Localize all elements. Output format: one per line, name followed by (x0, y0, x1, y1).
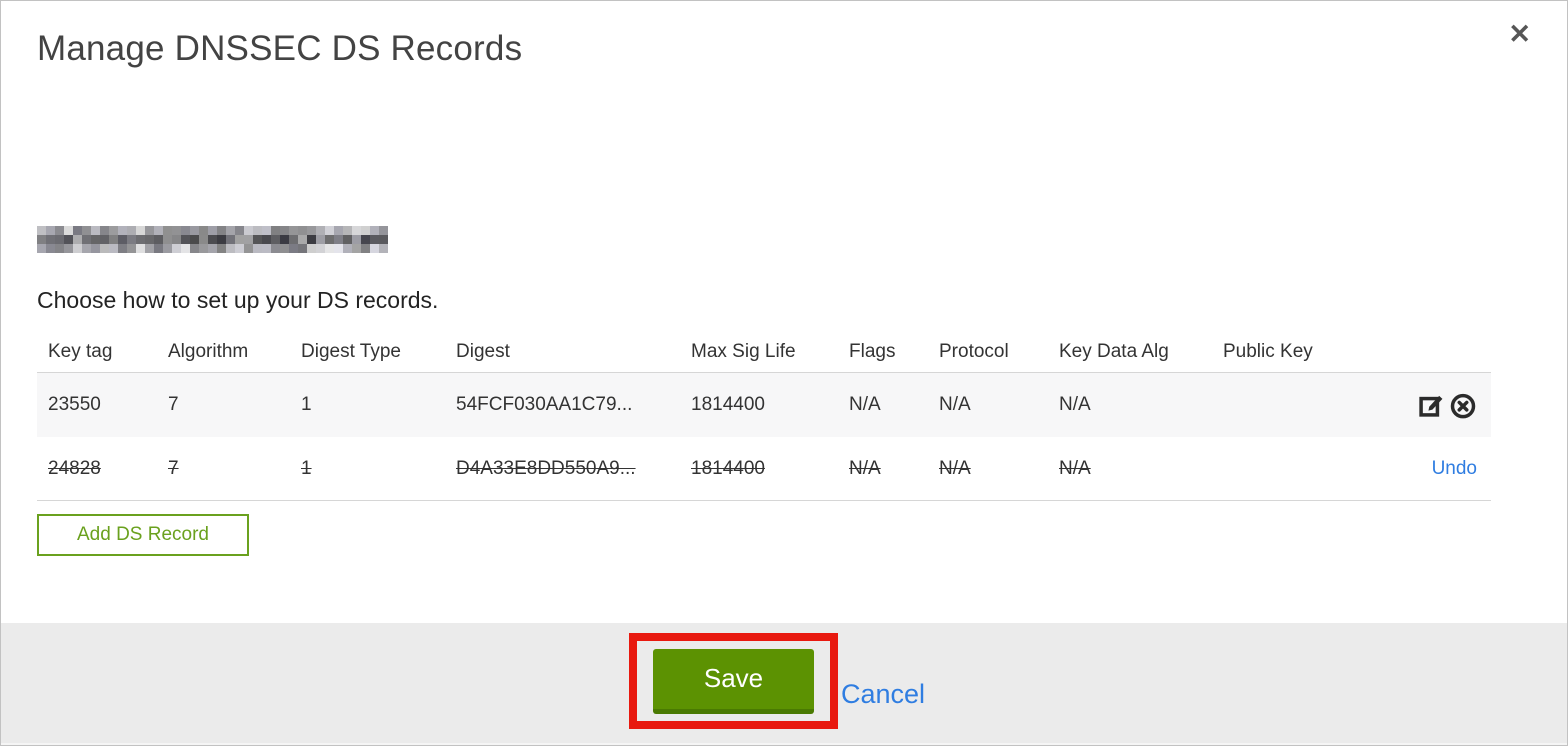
redacted-domain (37, 226, 388, 253)
circle-x-delete-icon[interactable] (1449, 391, 1477, 419)
undo-link[interactable]: Undo (1432, 458, 1477, 480)
col-header-algorithm: Algorithm (168, 340, 249, 362)
instructions-text: Choose how to set up your DS records. (37, 287, 439, 313)
cell-algorithm: 7 (168, 457, 179, 479)
cell-max-sig-life: 1814400 (691, 457, 765, 479)
table-header-row: Key tag Algorithm Digest Type Digest Max… (37, 331, 1491, 373)
cell-protocol: N/A (939, 457, 971, 479)
annotation-highlight-box: Save (629, 633, 838, 729)
cell-flags: N/A (849, 457, 881, 479)
cell-algorithm: 7 (168, 394, 179, 415)
modal-footer: Save Cancel (1, 623, 1567, 745)
cell-key-data-alg: N/A (1059, 394, 1091, 415)
cell-protocol: N/A (939, 394, 971, 415)
col-header-digest-type: Digest Type (301, 340, 401, 362)
cell-flags: N/A (849, 394, 881, 415)
edit-icon[interactable] (1417, 391, 1445, 419)
add-ds-record-button[interactable]: Add DS Record (37, 514, 249, 556)
cell-key-tag: 23550 (48, 394, 101, 415)
col-header-digest: Digest (456, 340, 510, 362)
col-header-public-key: Public Key (1223, 340, 1313, 362)
col-header-key-tag: Key tag (48, 340, 113, 362)
cell-key-tag: 24828 (48, 457, 101, 479)
table-row: 23550 7 1 54FCF030AA1C79... 1814400 N/A … (37, 373, 1491, 437)
cancel-link[interactable]: Cancel (841, 679, 925, 710)
col-header-protocol: Protocol (939, 340, 1009, 362)
col-header-max-sig-life: Max Sig Life (691, 340, 796, 362)
cell-digest-type: 1 (301, 394, 312, 415)
close-icon[interactable]: ✕ (1508, 21, 1531, 48)
cell-key-data-alg: N/A (1059, 457, 1091, 479)
ds-records-table: Key tag Algorithm Digest Type Digest Max… (37, 331, 1491, 501)
page-title: Manage DNSSEC DS Records (37, 29, 523, 68)
dnssec-modal: Manage DNSSEC DS Records ✕ Choose how to… (0, 0, 1568, 746)
row-actions (1407, 391, 1491, 419)
cell-max-sig-life: 1814400 (691, 394, 765, 415)
row-actions: Undo (1407, 458, 1491, 480)
cell-digest-type: 1 (301, 457, 312, 479)
col-header-key-data-alg: Key Data Alg (1059, 340, 1169, 362)
cell-digest: D4A33E8DD550A9... (456, 457, 636, 479)
cell-digest: 54FCF030AA1C79... (456, 394, 633, 415)
col-header-flags: Flags (849, 340, 896, 362)
table-row: 24828 7 1 D4A33E8DD550A9... 1814400 N/A … (37, 437, 1491, 501)
save-button[interactable]: Save (653, 648, 814, 714)
